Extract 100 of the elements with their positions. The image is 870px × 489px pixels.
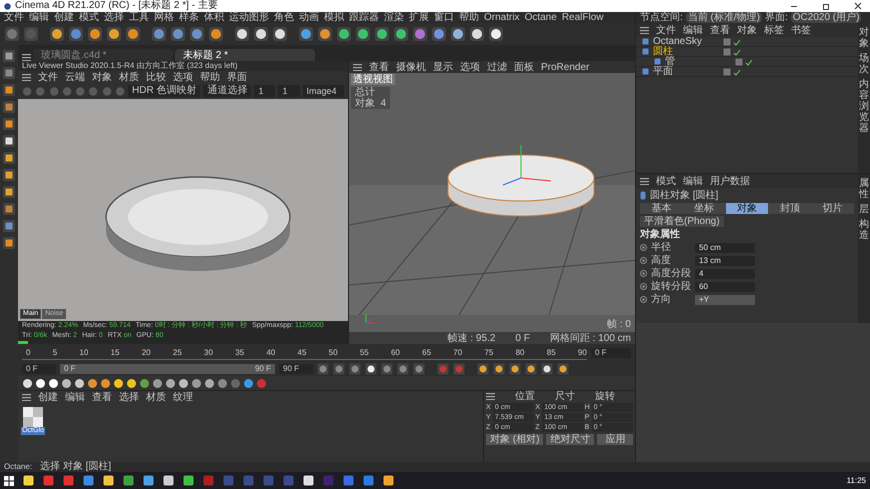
menu-item[interactable]: 模式 xyxy=(79,12,99,23)
menu-item[interactable]: 材质 xyxy=(146,392,166,402)
menu-item[interactable]: 编辑 xyxy=(683,176,703,186)
playback-icon[interactable] xyxy=(509,363,521,375)
tool-icon[interactable] xyxy=(2,168,16,182)
menu-item[interactable]: 对象 xyxy=(92,72,112,82)
tool-icon[interactable] xyxy=(2,185,16,199)
document-tab[interactable]: 未标题 2 * xyxy=(175,49,315,61)
menu-icon[interactable] xyxy=(22,54,31,61)
visibility-check-icon[interactable] xyxy=(723,68,741,76)
menu-item[interactable]: 编辑 xyxy=(29,12,49,23)
menu-item[interactable]: 样条 xyxy=(179,12,199,23)
menu-item[interactable]: 角色 xyxy=(274,12,294,23)
menu-item[interactable]: 标签 xyxy=(764,24,784,36)
menu-item[interactable]: 选择 xyxy=(104,12,124,23)
menu-item[interactable]: 文件 xyxy=(38,72,58,82)
app-icon[interactable] xyxy=(303,475,314,486)
number-field[interactable]: 4 xyxy=(695,268,755,278)
tool-icon[interactable] xyxy=(106,26,122,42)
attribute-tab[interactable]: 对象 xyxy=(726,203,768,214)
menu-item[interactable]: 跟踪器 xyxy=(349,12,379,23)
visibility-check-icon[interactable] xyxy=(735,58,753,66)
playback-icon[interactable] xyxy=(493,363,505,375)
menu-icon[interactable] xyxy=(486,393,495,400)
menu-item[interactable]: 选择 xyxy=(119,392,139,402)
octane-tool-icon[interactable] xyxy=(178,378,189,388)
tool-icon[interactable] xyxy=(234,26,250,42)
tool-icon[interactable] xyxy=(374,26,390,42)
menu-item[interactable]: ProRender xyxy=(541,62,590,72)
app-icon[interactable] xyxy=(23,475,34,486)
viewer-dropdown[interactable]: 通道选择 xyxy=(203,85,252,97)
octane-tool-icon[interactable] xyxy=(165,378,176,388)
playback-icon[interactable] xyxy=(557,363,569,375)
number-field[interactable]: 50 cm xyxy=(695,242,755,252)
octane-tool-icon[interactable] xyxy=(74,378,85,388)
menu-item[interactable]: 动画 xyxy=(299,12,319,23)
octane-tool-icon[interactable] xyxy=(48,378,59,388)
tool-icon[interactable] xyxy=(393,26,409,42)
mode-dropdown[interactable]: 对象 (相对) xyxy=(486,434,544,445)
range-slider[interactable]: 0 F 90 F xyxy=(60,364,275,374)
object-row[interactable]: OctaneSky xyxy=(636,37,858,47)
menu-item[interactable]: 查看 xyxy=(710,24,730,36)
menu-item[interactable]: 查看 xyxy=(92,392,112,402)
animation-dot-icon[interactable] xyxy=(640,296,647,303)
octane-tool-icon[interactable] xyxy=(126,378,137,388)
object-row[interactable]: 管 xyxy=(636,57,858,67)
menu-item[interactable]: 选项 xyxy=(460,62,480,72)
menu-item[interactable]: Octane xyxy=(524,12,557,23)
layout-dropdown[interactable]: OC2020 (用户) xyxy=(790,12,862,23)
visibility-check-icon[interactable] xyxy=(723,48,741,56)
tool-icon[interactable] xyxy=(208,26,224,42)
menu-icon[interactable] xyxy=(22,74,31,80)
document-tab[interactable]: 玻璃圆盘.c4d * xyxy=(33,49,173,61)
menu-icon[interactable] xyxy=(640,26,649,34)
menu-item[interactable]: 网格 xyxy=(154,12,174,23)
object-row[interactable]: 圆柱 xyxy=(636,47,858,57)
animation-dot-icon[interactable] xyxy=(640,270,647,277)
menu-item[interactable]: 查看 xyxy=(369,62,389,72)
menu-item[interactable]: 用户数据 xyxy=(710,176,750,186)
attribute-tab[interactable]: 切片 xyxy=(811,203,854,214)
visibility-check-icon[interactable] xyxy=(723,38,741,46)
menu-item[interactable]: 显示 xyxy=(433,62,453,72)
menu-item[interactable]: RealFlow xyxy=(562,12,604,23)
animation-dot-icon[interactable] xyxy=(640,283,647,290)
app-icon[interactable] xyxy=(183,475,194,486)
menu-item[interactable]: 创建 xyxy=(54,12,74,23)
frame-field[interactable]: 90 F xyxy=(279,364,313,374)
animation-dot-icon[interactable] xyxy=(640,257,647,264)
app-icon[interactable] xyxy=(143,475,154,486)
menu-item[interactable]: 比较 xyxy=(146,72,166,82)
tool-icon[interactable] xyxy=(450,26,466,42)
number-field[interactable]: 1 xyxy=(254,85,276,97)
tool-icon[interactable] xyxy=(336,26,352,42)
start-icon[interactable] xyxy=(4,476,14,486)
tool-icon[interactable] xyxy=(2,236,16,250)
menu-icon[interactable] xyxy=(353,64,362,70)
tool-icon[interactable] xyxy=(272,26,288,42)
menu-item[interactable]: 编辑 xyxy=(65,392,85,402)
menu-item[interactable]: 窗口 xyxy=(434,12,454,23)
side-tab[interactable]: 属性 xyxy=(859,178,869,200)
menu-item[interactable]: 运动图形 xyxy=(229,12,269,23)
tool-icon[interactable] xyxy=(2,151,16,165)
frame-field[interactable]: 0 F xyxy=(22,364,56,374)
playback-icon[interactable] xyxy=(365,363,377,375)
close-icon[interactable] xyxy=(854,2,862,10)
app-icon[interactable] xyxy=(103,475,114,486)
animation-dot-icon[interactable] xyxy=(640,244,647,251)
app-icon[interactable] xyxy=(383,475,394,486)
tool-icon[interactable] xyxy=(2,117,16,131)
tool-icon[interactable] xyxy=(2,83,16,97)
menu-item[interactable]: 创建 xyxy=(38,392,58,402)
menu-item[interactable]: 文件 xyxy=(656,24,676,36)
size-mode-dropdown[interactable]: 绝对尺寸 xyxy=(546,434,594,445)
playback-icon[interactable] xyxy=(525,363,537,375)
menu-item[interactable]: 界面 xyxy=(227,72,247,82)
number-field[interactable]: 1 xyxy=(278,85,300,97)
menu-item[interactable]: 编辑 xyxy=(683,24,703,36)
apply-button[interactable]: 应用 xyxy=(597,434,634,445)
menu-icon[interactable] xyxy=(640,178,649,184)
menu-item[interactable]: 材质 xyxy=(119,72,139,82)
